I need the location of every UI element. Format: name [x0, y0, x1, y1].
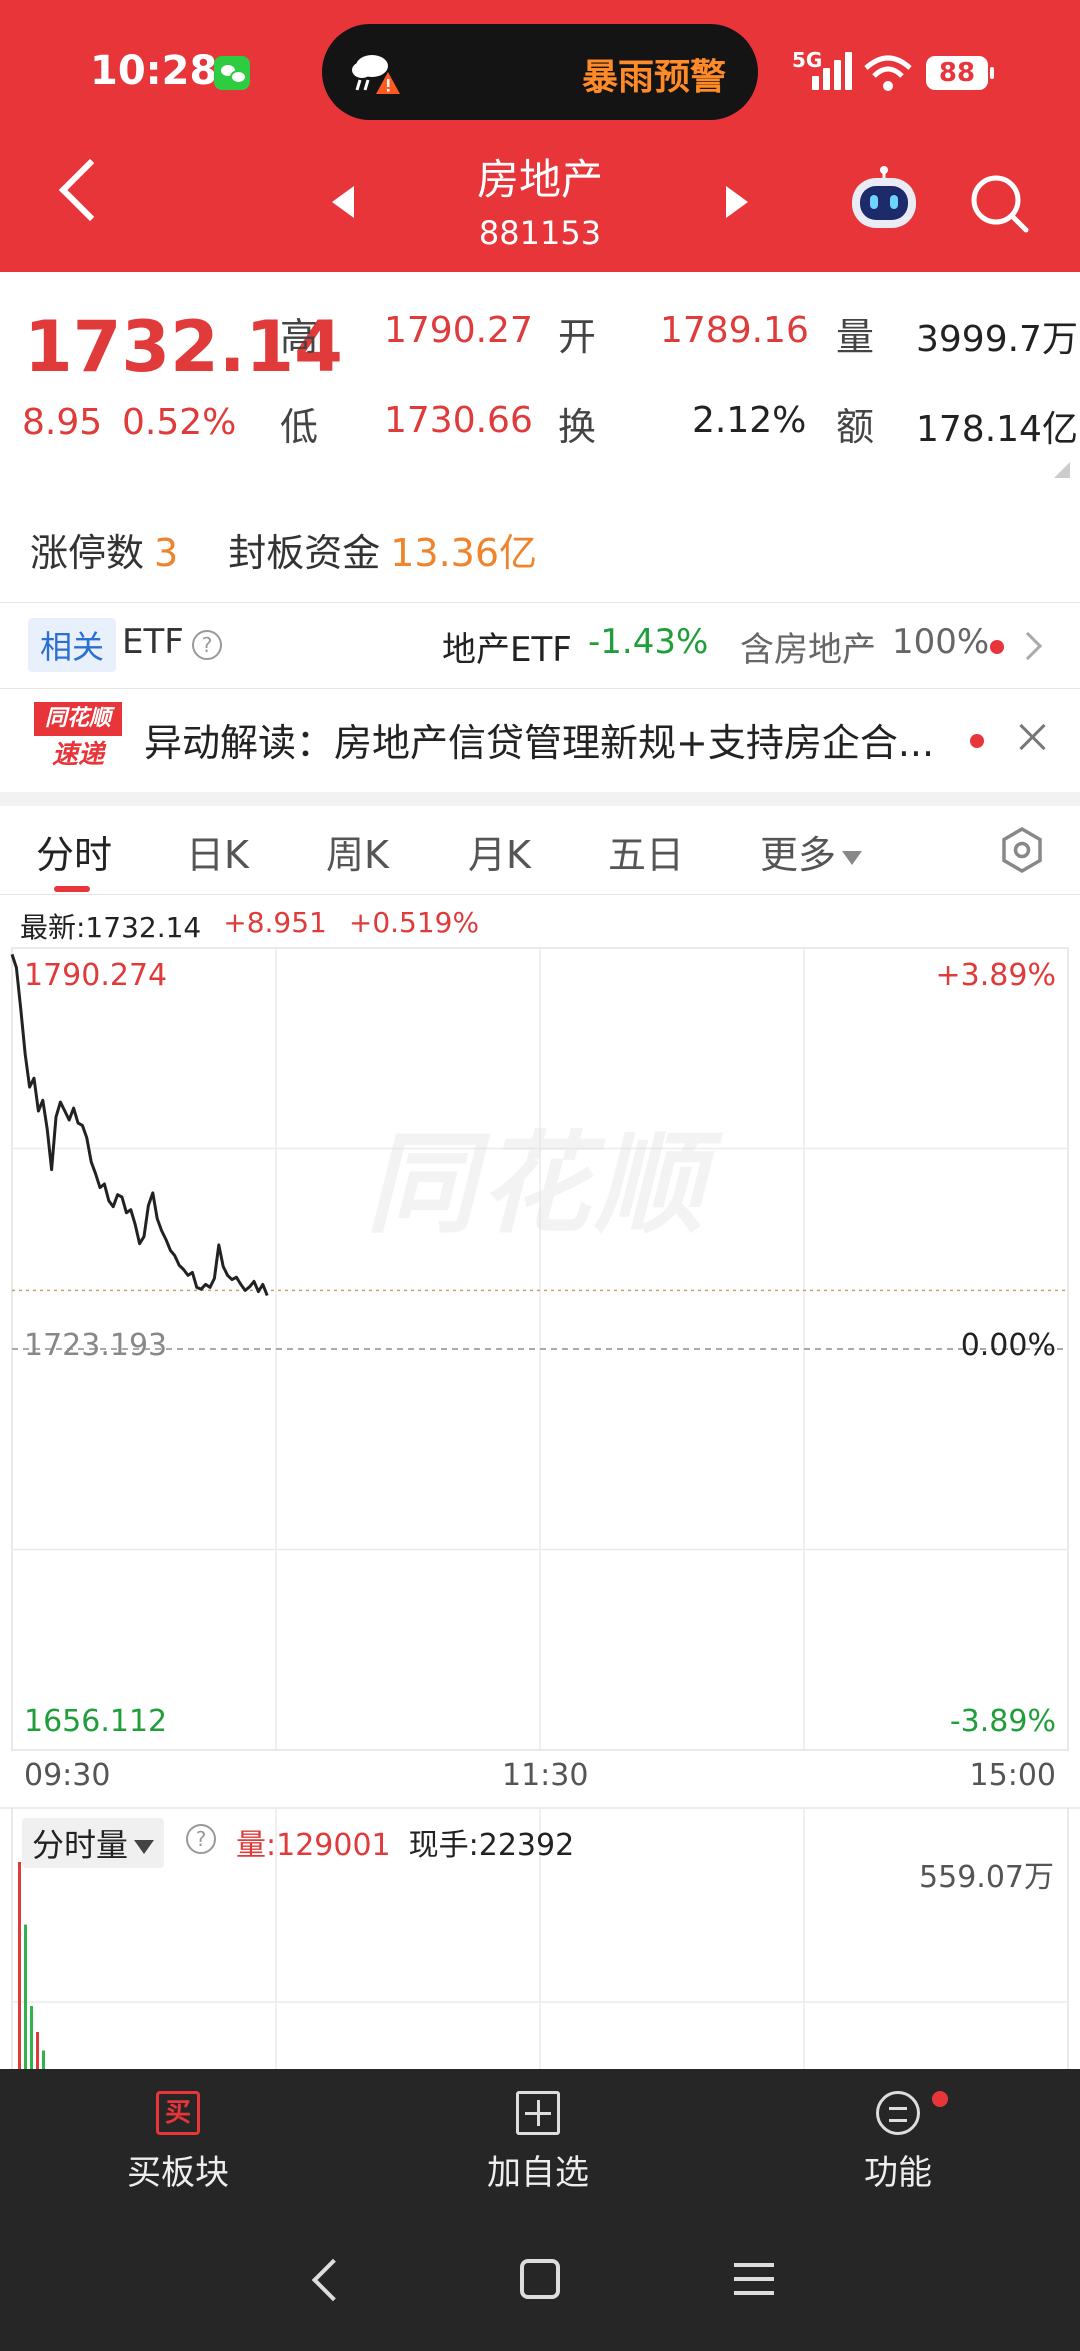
active-tab-indicator — [54, 886, 90, 892]
volume-value: 3999.7万 — [916, 319, 1078, 360]
buy-sector-button[interactable]: 买 买板块 — [78, 2091, 278, 2194]
notification-dot — [990, 640, 1004, 654]
add-watchlist-label: 加自选 — [487, 2153, 589, 2193]
expand-corner-icon[interactable] — [1054, 462, 1070, 478]
volume-bar — [30, 2006, 33, 2069]
add-square-icon — [516, 2091, 560, 2135]
rain-cloud-icon — [352, 55, 400, 94]
volume-info-value: 量:129001 — [236, 1828, 391, 1863]
robot-assistant-icon[interactable] — [846, 166, 922, 232]
functions-button[interactable]: 功能 — [798, 2091, 998, 2194]
tab-weekly-k[interactable]: 周K — [326, 824, 389, 879]
tab-daily-k[interactable]: 日K — [186, 824, 249, 879]
tab-more[interactable]: 更多 — [760, 824, 863, 879]
add-watchlist-button[interactable]: 加自选 — [438, 2091, 638, 2194]
time-start-label: 09:30 — [24, 1758, 111, 1793]
etf-label: ETF — [122, 622, 184, 662]
volume-type-select[interactable]: 分时量 — [22, 1818, 165, 1868]
volume-info: 量:129001 现手:22392 — [236, 1820, 574, 1864]
chevron-right-icon[interactable] — [1013, 631, 1043, 661]
chart-top-price: 1790.274 — [24, 958, 168, 993]
buy-icon: 买 — [156, 2091, 200, 2135]
limit-up-fund-value: 13.36亿 — [390, 531, 538, 575]
change-amount: 8.95 — [22, 402, 103, 443]
volume-label: 量 — [836, 315, 875, 359]
limit-up-fund-label: 封板资金 — [228, 531, 381, 575]
chevron-down-icon — [134, 1840, 155, 1854]
system-nav-bar — [0, 2219, 1080, 2351]
chart-mid-price: 1723.193 — [24, 1328, 168, 1363]
volume-bar — [36, 2031, 39, 2069]
limit-up-count-value: 3 — [154, 531, 179, 575]
notification-dot — [970, 734, 984, 748]
divider — [0, 602, 1080, 603]
tab-intraday[interactable]: 分时 — [36, 824, 112, 879]
news-headline[interactable]: 异动解读：房地产信贷管理新规+支持房企合... — [144, 712, 966, 767]
settings-hexagon-icon[interactable] — [998, 826, 1046, 874]
change-percent: 0.52% — [122, 402, 237, 443]
section-divider — [0, 792, 1080, 806]
next-icon[interactable] — [726, 186, 748, 218]
volume-max-label: 559.07万 — [919, 1860, 1054, 1895]
open-value: 1789.16 — [660, 310, 809, 351]
notification-dot — [932, 2091, 948, 2107]
watermark-logo: 同花顺 — [366, 1120, 708, 1248]
close-icon[interactable] — [1018, 722, 1048, 752]
dynamic-island[interactable]: 暴雨预警 — [322, 24, 758, 120]
news-row[interactable]: 同花顺 速递 异动解读：房地产信贷管理新规+支持房企合... — [0, 690, 1080, 792]
wifi-icon — [864, 55, 912, 91]
weather-alert-text: 暴雨预警 — [581, 57, 726, 98]
nav-menu-icon[interactable] — [734, 2263, 774, 2305]
chart-bottom-price: 1656.112 — [24, 1704, 168, 1739]
etf-contains-label: 含房地产 — [740, 630, 876, 670]
chart-mid-pct: 0.00% — [960, 1328, 1056, 1363]
wechat-icon — [214, 56, 250, 90]
menu-circle-icon — [876, 2091, 920, 2135]
signal-icon — [812, 52, 852, 90]
related-etf-row[interactable]: 相关 ETF ? 地产ETF -1.43% 含房地产 100% — [0, 604, 1080, 688]
news-logo: 同花顺 速递 — [34, 702, 122, 774]
search-icon[interactable] — [968, 172, 1030, 234]
functions-label: 功能 — [864, 2153, 932, 2193]
chart-tabs: 分时 日K 周K 月K 五日 更多 — [0, 806, 1080, 894]
nav-back-icon[interactable] — [311, 2258, 355, 2302]
low-value: 1730.66 — [384, 400, 533, 441]
high-label: 高 — [280, 315, 319, 359]
high-value: 1790.27 — [384, 310, 533, 351]
divider — [0, 894, 1080, 895]
etf-name: 地产ETF — [442, 630, 572, 670]
tab-five-day[interactable]: 五日 — [608, 824, 684, 879]
etf-contains-value: 100% — [892, 622, 990, 662]
limit-up-count-label: 涨停数 — [30, 531, 145, 575]
chart-bottom-pct: -3.89% — [949, 1704, 1056, 1739]
time-end-label: 15:00 — [969, 1758, 1056, 1793]
chevron-down-icon — [842, 850, 863, 865]
open-label: 开 — [558, 315, 597, 359]
volume-bar — [18, 1862, 21, 2069]
volume-bar — [42, 2050, 45, 2069]
limit-up-row: 涨停数 3 封板资金 13.36亿 — [30, 522, 537, 577]
help-icon[interactable]: ? — [192, 630, 222, 660]
current-hand-value: 现手:22392 — [408, 1828, 575, 1863]
amount-label: 额 — [836, 405, 875, 449]
low-label: 低 — [280, 405, 319, 449]
nav-home-icon[interactable] — [520, 2259, 560, 2299]
battery-icon: 88 — [926, 56, 994, 90]
buy-sector-label: 买板块 — [127, 2153, 229, 2193]
turnover-label: 换 — [558, 405, 597, 449]
amount-value: 178.14亿 — [916, 409, 1078, 450]
related-tag: 相关 — [28, 618, 117, 672]
time-mid-label: 11:30 — [502, 1758, 589, 1793]
volume-bar — [24, 1924, 27, 2069]
help-icon[interactable]: ? — [186, 1824, 216, 1854]
tab-monthly-k[interactable]: 月K — [468, 824, 531, 879]
chart-top-pct: +3.89% — [935, 958, 1056, 993]
etf-change: -1.43% — [588, 622, 709, 662]
turnover-value: 2.12% — [692, 400, 807, 441]
app-header: 10:28 暴雨预警 5G 88 房地产 881153 — [0, 0, 1080, 272]
status-time: 10:28 — [90, 48, 218, 94]
price-line — [10, 953, 269, 1297]
bottom-action-bar: 买 买板块 加自选 功能 — [0, 2069, 1080, 2219]
divider — [0, 688, 1080, 689]
